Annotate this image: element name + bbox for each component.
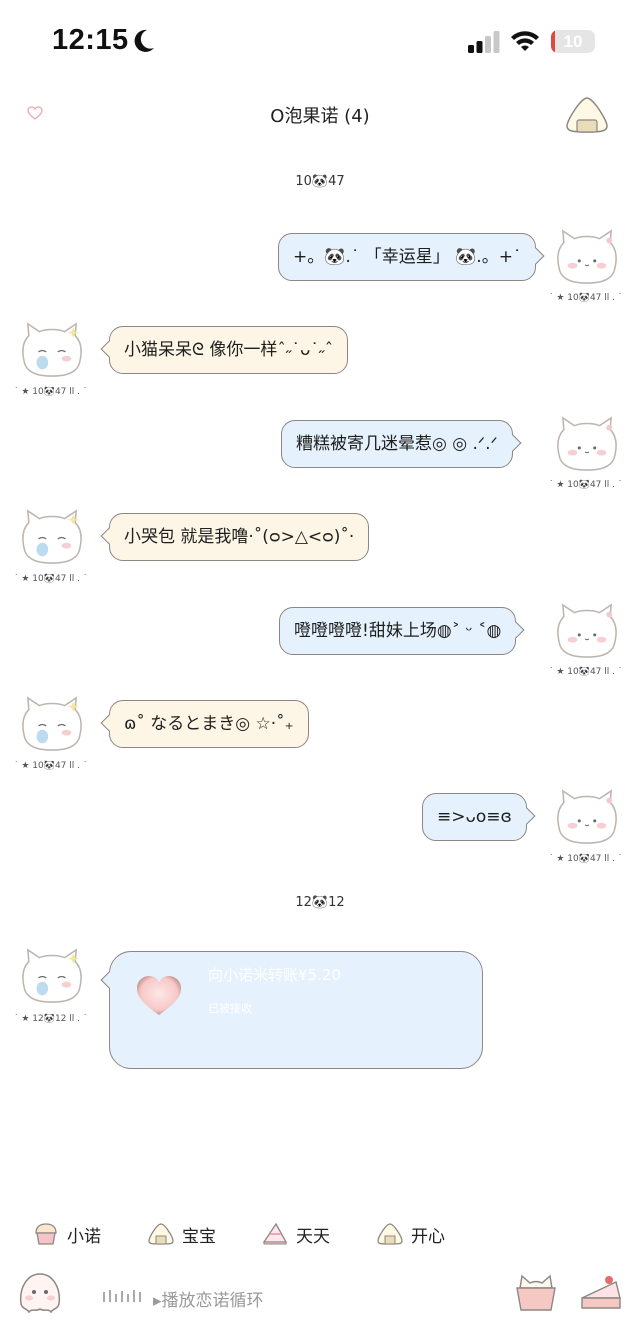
quick-item-label: 小诺 [67,1227,101,1247]
message-bubble-sent[interactable]: 糟糕被寄几迷晕惹◎ ◎ .ᐟ.ᐟ [281,420,513,468]
ghost-avatar-icon[interactable] [17,1270,63,1314]
cat-basket-icon[interactable] [514,1272,558,1314]
message-meta: ˙ ★ 10🐼47 ll . ˙ [549,667,623,677]
battery-indicator: 10 [551,30,595,53]
voice-waveform-icon [103,1290,141,1302]
cat-avatar-icon[interactable] [556,603,618,659]
chat-header: O泡果诺 (4) [0,86,640,144]
moon-icon [134,29,154,52]
cat-avatar-icon[interactable] [556,789,618,845]
message-bubble-sent[interactable]: ≡>ᴗo≡ɞ [422,793,527,841]
cat-avatar-icon[interactable] [21,509,83,565]
cake-icon[interactable] [580,1272,622,1312]
transfer-card[interactable]: 向小诺米转账¥5.20 已被接收 [109,951,483,1069]
quick-item-label: 开心 [411,1227,445,1247]
cat-avatar-icon[interactable] [21,948,83,1004]
message-meta: ˙ ★ 10🐼47 ll . ˙ [14,761,88,771]
cake-slice-icon [262,1222,288,1245]
cat-avatar-icon[interactable] [556,229,618,285]
message-meta: ˙ ★ 10🐼47 ll . ˙ [14,387,88,397]
timestamp-separator: 10🐼47 [295,174,345,189]
message-meta: ˙ ★ 10🐼47 ll . ˙ [14,574,88,584]
cat-avatar-icon[interactable] [556,416,618,472]
onigiri-icon[interactable] [565,96,609,134]
message-meta: ˙ ★ 10🐼47 ll . ˙ [549,854,623,864]
message-bubble-received[interactable]: 小哭包 就是我噜·˚(ᴑ>△<ᴑ)˚· [109,513,370,561]
message-meta: ˙ ★ 10🐼47 ll . ˙ [549,480,623,490]
message-meta: ˙ ★ 12🐼12 ll . ˙ [14,1014,88,1024]
message-bubble-sent[interactable]: +。🐼.˙ 「幸运星」 🐼.。+˙ [278,233,537,281]
transfer-title: 向小诺米转账¥5.20 [208,966,341,984]
wifi-icon [511,31,539,51]
onigiri-icon [148,1223,174,1245]
cupcake-icon [35,1223,57,1245]
cat-avatar-icon[interactable] [21,696,83,752]
transfer-status: 已被接收 [208,1002,252,1015]
status-bar: 12:15 10 [0,0,640,86]
timestamp-separator: 12🐼12 [295,895,345,910]
voice-message-text[interactable]: ▸播放恋诺循环 [153,1286,264,1311]
heart-icon [137,976,181,1015]
quick-item-label: 天天 [296,1227,330,1247]
chat-title[interactable]: O泡果诺 (4) [0,102,640,128]
message-bubble-received[interactable]: ɷ˚ なるとまき◎ ☆·˚₊ [109,700,309,748]
message-bubble-sent[interactable]: 噔噔噔噔!甜妹上场◍˃ ᵕ ˂◍ [279,607,517,655]
message-bubble-received[interactable]: 小猫呆呆ᘓ 像你一样ˆ˶˙ᴗ˙˶ˆ [109,326,349,374]
cellular-signal-icon [468,31,500,53]
onigiri-icon [377,1223,403,1245]
clock: 12:15 [52,24,129,56]
message-meta: ˙ ★ 10🐼47 ll . ˙ [549,293,623,303]
cat-avatar-icon[interactable] [21,322,83,378]
quick-item-label: 宝宝 [182,1227,216,1247]
battery-level: 10 [563,32,583,51]
